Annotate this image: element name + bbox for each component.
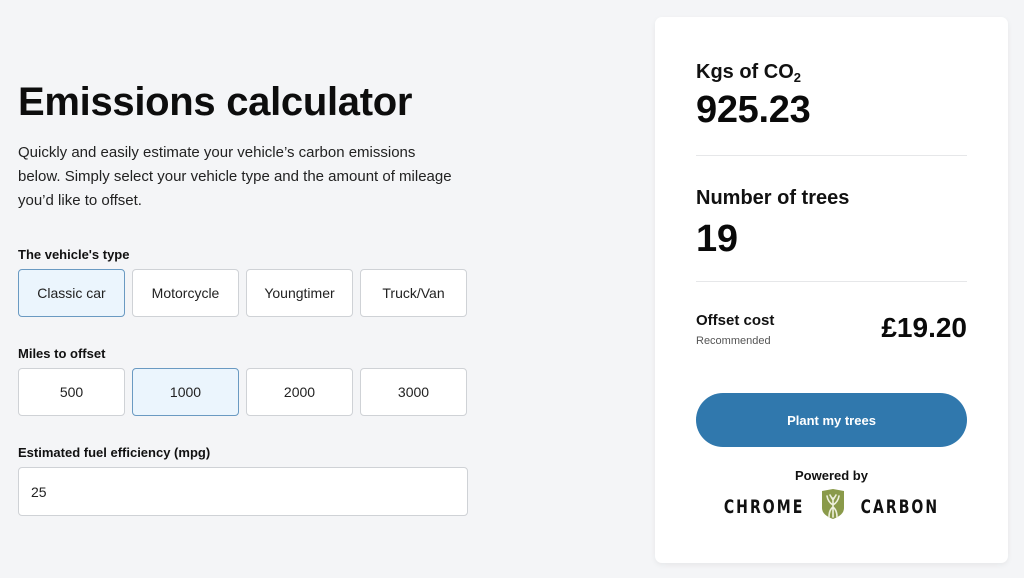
vehicle-type-label: The vehicle's type bbox=[18, 247, 130, 262]
brand-word-carbon: CARBON bbox=[860, 495, 939, 518]
results-card: Kgs of CO2 925.23 Number of trees 19 Off… bbox=[655, 17, 1008, 563]
co2-label-text: Kgs of CO bbox=[696, 61, 794, 83]
co2-label: Kgs of CO2 bbox=[696, 61, 967, 85]
miles-option-1000[interactable]: 1000 bbox=[132, 368, 239, 416]
miles-options: 500 1000 2000 3000 bbox=[18, 368, 467, 416]
vehicle-option-motorcycle[interactable]: Motorcycle bbox=[132, 269, 239, 317]
trees-label: Number of trees bbox=[696, 187, 850, 209]
miles-option-2000[interactable]: 2000 bbox=[246, 368, 353, 416]
miles-option-500[interactable]: 500 bbox=[18, 368, 125, 416]
page-description: Quickly and easily estimate your vehicle… bbox=[18, 144, 452, 209]
offset-section: Offset cost Recommended £19.20 bbox=[696, 312, 967, 352]
page-title: Emissions calculator bbox=[18, 80, 413, 124]
vehicle-type-options: Classic car Motorcycle Youngtimer Truck/… bbox=[18, 269, 467, 317]
fuel-efficiency-label: Estimated fuel efficiency (mpg) bbox=[18, 445, 211, 460]
tree-shield-icon bbox=[820, 488, 846, 525]
fuel-efficiency-input[interactable] bbox=[18, 467, 468, 516]
vehicle-option-classic-car[interactable]: Classic car bbox=[18, 269, 125, 317]
divider bbox=[696, 155, 967, 156]
plant-trees-button[interactable]: Plant my trees bbox=[696, 393, 967, 447]
chrome-carbon-logo: CHROME CARBON bbox=[655, 488, 1008, 525]
powered-by-label: Powered by bbox=[795, 468, 868, 483]
brand-word-chrome: CHROME bbox=[724, 495, 805, 518]
divider bbox=[696, 281, 967, 282]
miles-label: Miles to offset bbox=[18, 346, 106, 361]
co2-subscript: 2 bbox=[793, 70, 802, 85]
vehicle-option-youngtimer[interactable]: Youngtimer bbox=[246, 269, 353, 317]
trees-section: Number of trees 19 bbox=[696, 187, 967, 261]
offset-price: £19.20 bbox=[881, 312, 967, 343]
trees-value: 19 bbox=[696, 218, 738, 260]
co2-section: Kgs of CO2 925.23 bbox=[696, 61, 967, 132]
miles-option-3000[interactable]: 3000 bbox=[360, 368, 467, 416]
co2-value: 925.23 bbox=[696, 89, 811, 131]
vehicle-option-truck-van[interactable]: Truck/Van bbox=[360, 269, 467, 317]
